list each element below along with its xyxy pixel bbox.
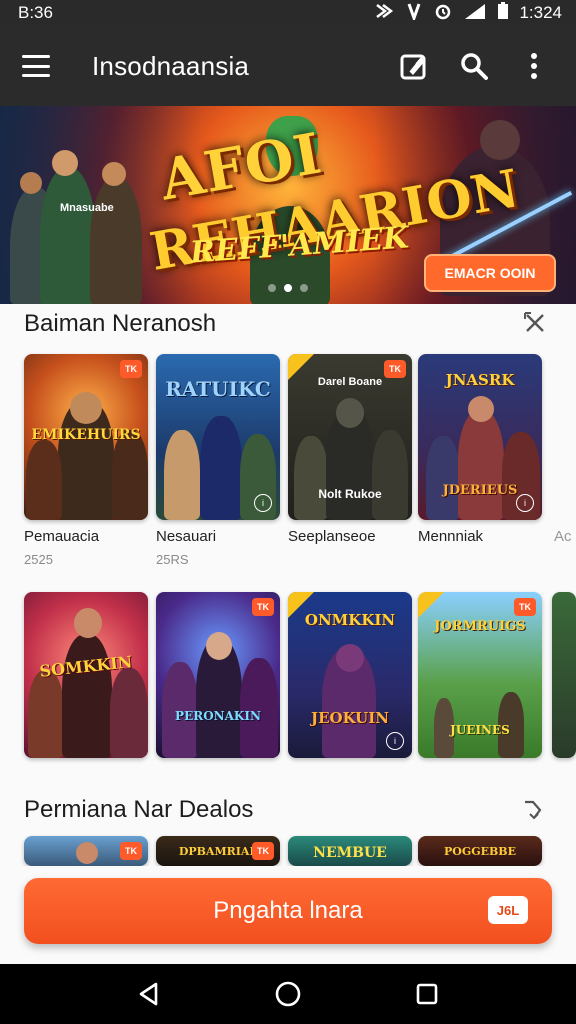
primary-action-tag: J6L xyxy=(488,896,528,924)
close-icon[interactable] xyxy=(520,308,550,338)
card-logo: JUEINES xyxy=(450,723,510,737)
more-options-icon[interactable] xyxy=(514,46,554,86)
alarm-icon xyxy=(433,2,453,25)
carousel-dots xyxy=(0,284,576,292)
card-logo: RATUIKC xyxy=(165,377,271,401)
game-card[interactable]: DPBAMRIAL TK xyxy=(156,836,280,866)
section-title: Baiman Neranosh xyxy=(24,310,217,337)
card-logo: NEMBUE xyxy=(313,845,387,861)
status-clock: 1:324 xyxy=(519,3,562,22)
notification-icon xyxy=(375,2,395,25)
card-logo: PERONAKIN xyxy=(175,709,261,723)
signal-icon xyxy=(463,2,487,25)
info-icon: i xyxy=(516,494,534,512)
card-label: Seeplanseoe xyxy=(288,528,376,545)
card-top-text: JNASRK xyxy=(445,371,515,389)
menu-icon[interactable] xyxy=(22,55,50,77)
arrow-icon[interactable] xyxy=(518,794,548,824)
search-icon[interactable] xyxy=(454,46,494,86)
card-badge: TK xyxy=(120,842,142,860)
vpn-icon xyxy=(405,2,423,25)
card-badge: TK xyxy=(514,598,536,616)
card-badge: TK xyxy=(120,360,142,378)
game-card[interactable]: EMIKEHUIRS TK xyxy=(24,354,148,520)
game-card[interactable]: RATUIKC i xyxy=(156,354,280,520)
card-logo: Nolt Rukoe xyxy=(318,487,382,501)
card-label-overflow: Ac xyxy=(554,528,572,545)
hero-banner[interactable]: Mnasuabe AFOI REHAARION REFF'AMIEK EMACR… xyxy=(0,106,576,304)
game-card[interactable]: PERONAKIN TK xyxy=(156,592,280,758)
back-icon[interactable] xyxy=(129,974,169,1014)
system-nav-bar xyxy=(0,964,576,1024)
game-card[interactable]: ONMKKIN JEOKUIN i xyxy=(288,592,412,758)
game-card[interactable]: TK xyxy=(24,836,148,866)
app-title: Insodnaansia xyxy=(92,50,250,81)
section-title: Permiana Nar Dealos xyxy=(24,796,254,823)
card-logo: EMIKEHUIRS xyxy=(31,427,141,443)
game-card[interactable]: Darel Boane Nolt Rukoe TK xyxy=(288,354,412,520)
card-top-text: ONMKKIN xyxy=(304,611,396,629)
game-card[interactable]: JORMRUIGS JUEINES TK xyxy=(418,592,542,758)
card-badge: TK xyxy=(384,360,406,378)
app-bar: Insodnaansia xyxy=(0,26,576,106)
card-badge: TK xyxy=(252,842,274,860)
info-icon: i xyxy=(386,732,404,750)
banner-small-text: Mnasuabe xyxy=(60,202,114,214)
card-label: Pemauacia xyxy=(24,528,100,545)
game-card-partial[interactable] xyxy=(552,592,576,758)
card-sub: 25RS xyxy=(156,552,189,567)
card-sub: 2525 xyxy=(24,552,53,567)
game-card[interactable]: JNASRK JDERIEUS i xyxy=(418,354,542,520)
card-logo: JEOKUIN xyxy=(311,709,389,727)
status-bar: B:36 1:324 xyxy=(0,0,576,26)
card-label: Mennniak xyxy=(418,528,484,545)
card-label: Nesauari xyxy=(156,528,217,545)
card-badge: TK xyxy=(252,598,274,616)
status-time: B:36 xyxy=(18,3,53,22)
edit-icon[interactable] xyxy=(394,46,434,86)
battery-icon xyxy=(497,1,509,25)
info-icon: i xyxy=(254,494,272,512)
primary-action-button[interactable]: Pngahta lnara J6L xyxy=(24,878,552,944)
game-card[interactable]: POGGEBBE xyxy=(418,836,542,866)
game-card[interactable]: SOMKKIN xyxy=(24,592,148,758)
card-top-text: JORMRUIGS xyxy=(434,619,526,634)
primary-action-label: Pngahta lnara xyxy=(213,897,363,924)
home-icon[interactable] xyxy=(268,974,308,1014)
card-logo: POGGEBBE xyxy=(443,845,516,858)
game-card[interactable]: NEMBUE xyxy=(288,836,412,866)
recents-icon[interactable] xyxy=(407,974,447,1014)
